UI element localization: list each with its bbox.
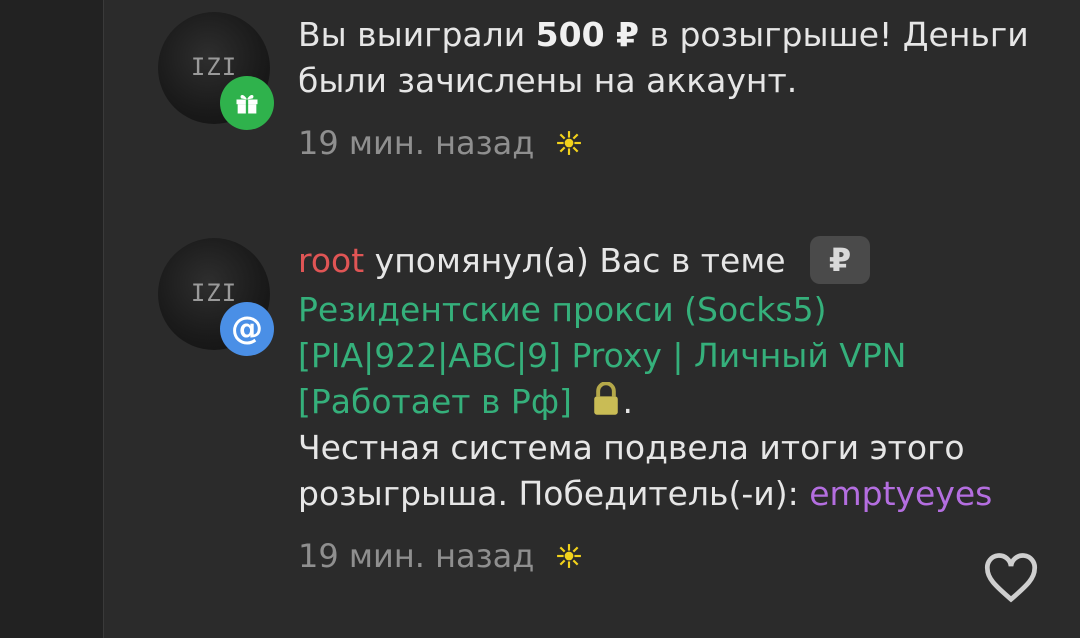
- notification-content: Вы выиграли 500 ₽ в розыгрыше! Деньги бы…: [298, 12, 1050, 162]
- notification-message: Вы выиграли 500 ₽ в розыгрыше! Деньги бы…: [298, 12, 1050, 104]
- avatar[interactable]: IZI: [158, 12, 274, 130]
- prize-amount: 500 ₽: [535, 15, 640, 54]
- message-text: .: [622, 381, 633, 421]
- new-sparkle-icon: [557, 543, 582, 568]
- timestamp: 19 мин. назад: [298, 536, 535, 575]
- message-text: Вы выиграли: [298, 15, 536, 54]
- new-sparkle-icon: [557, 131, 582, 155]
- timestamp: 19 мин. назад: [298, 124, 535, 162]
- thread-prefix-badge: ₽: [810, 235, 871, 284]
- time-row: 19 мин. назад: [298, 124, 1050, 162]
- notification-content: root упомянул(а) Вас в теме ₽ Резидентск…: [298, 235, 1050, 575]
- winner-username-link[interactable]: emptyeyes: [809, 474, 992, 513]
- avatar[interactable]: IZI @: [158, 238, 274, 356]
- lock-icon: [594, 382, 619, 415]
- time-row: 19 мин. назад: [298, 537, 1050, 575]
- username-link[interactable]: root: [298, 241, 364, 280]
- notification-mention[interactable]: IZI @ root упомянул(а) Вас в теме ₽ Рези…: [158, 235, 1080, 638]
- left-gutter: [0, 0, 104, 638]
- notification-giveaway-win[interactable]: IZI Вы выиграли 500 ₽ в розыгрыше! Деньг…: [158, 12, 1080, 202]
- notification-message: root упомянул(а) Вас в теме ₽ Резидентск…: [298, 235, 1050, 517]
- like-heart-icon[interactable]: [982, 552, 1040, 604]
- gift-icon: [220, 76, 274, 130]
- avatar-logo-text: IZI: [190, 53, 238, 81]
- message-text: упомянул(а) Вас в теме: [364, 241, 797, 280]
- at-sign-icon: @: [220, 302, 274, 356]
- avatar-logo-text: IZI: [190, 279, 238, 307]
